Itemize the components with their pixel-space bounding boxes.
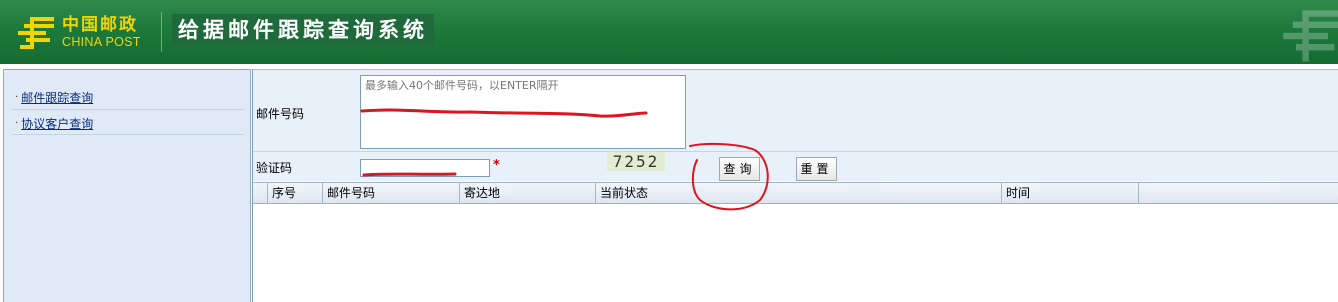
sidebar-item-client-query[interactable]: · 协议客户查询 — [15, 115, 93, 131]
logo-chinese-text: 中国邮政 — [62, 15, 138, 36]
sidebar-item-tracking-query[interactable]: · 邮件跟踪查询 — [15, 89, 93, 105]
sidebar-bullet: · — [15, 117, 19, 129]
reset-button[interactable]: 重置 — [796, 157, 837, 181]
column-header-filler — [1138, 183, 1338, 203]
results-table-header: 序号 邮件号码 寄达地 当前状态 时间 — [253, 182, 1338, 204]
china-post-logo: 中国邮政 CHINA POST — [16, 13, 141, 53]
column-header-destination: 寄达地 — [459, 183, 595, 203]
results-table-body — [253, 205, 1338, 302]
logo-english-text: CHINA POST — [62, 35, 141, 50]
captcha-image[interactable]: 7252 — [607, 152, 665, 171]
watermark-emblem-icon — [1283, 10, 1338, 62]
required-marker: * — [493, 158, 500, 173]
query-form: 邮件号码 验证码 * 7252 查询 重置 — [253, 69, 1338, 181]
tracking-number-textarea[interactable] — [360, 75, 686, 149]
sidebar-divider — [12, 134, 244, 135]
column-header-status: 当前状态 — [595, 183, 1001, 203]
sidebar-bullet: · — [15, 91, 19, 103]
header-banner: 中国邮政 CHINA POST 给据邮件跟踪查询系统 — [0, 0, 1338, 64]
column-header-serial: 序号 — [267, 183, 322, 203]
captcha-input[interactable] — [360, 159, 490, 177]
system-title: 给据邮件跟踪查询系统 — [172, 14, 434, 46]
column-header-tracking-number: 邮件号码 — [322, 183, 459, 203]
china-post-emblem-icon — [18, 17, 54, 49]
main-panel: 邮件号码 验证码 * 7252 查询 重置 序号 邮件号码 寄达地 当前状态 时… — [252, 69, 1338, 302]
tracking-number-label: 邮件号码 — [256, 107, 305, 121]
sidebar-divider — [12, 109, 244, 110]
captcha-label: 验证码 — [256, 161, 293, 175]
form-row-divider — [253, 151, 1338, 152]
sidebar: · 邮件跟踪查询 · 协议客户查询 — [3, 69, 251, 302]
table-header-blank — [253, 183, 267, 203]
query-button[interactable]: 查询 — [719, 157, 760, 181]
header-divider — [161, 12, 162, 52]
sidebar-link-tracking-query[interactable]: 邮件跟踪查询 — [21, 89, 93, 106]
column-header-time: 时间 — [1001, 183, 1138, 203]
sidebar-link-client-query[interactable]: 协议客户查询 — [21, 115, 93, 132]
